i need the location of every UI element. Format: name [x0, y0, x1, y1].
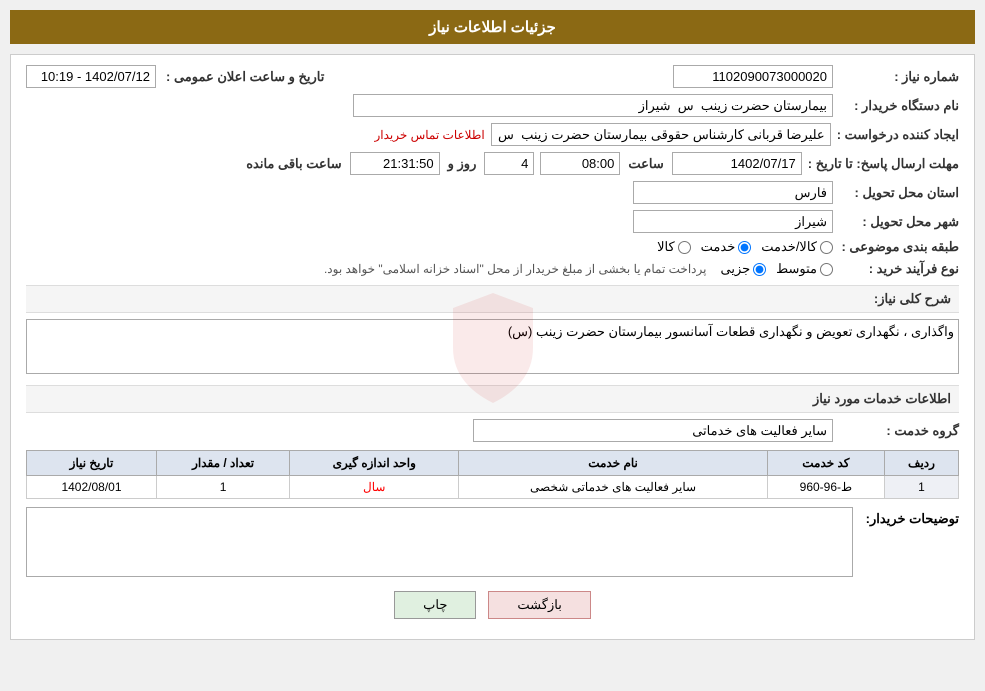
page-header: جزئیات اطلاعات نیاز — [10, 10, 975, 44]
need-desc-textarea[interactable]: واگذاری ، نگهداری تعویض و نگهداری قطعات … — [26, 319, 959, 374]
row-creator: ایجاد کننده درخواست : اطلاعات تماس خریدا… — [26, 123, 959, 146]
city-label: شهر محل تحویل : — [839, 214, 959, 230]
days-label: روز و — [448, 156, 477, 172]
col-quantity: تعداد / مقدار — [156, 451, 289, 476]
radio-goods[interactable]: کالا — [657, 239, 691, 255]
buyer-notes-textarea[interactable] — [26, 507, 853, 577]
cell-date: 1402/08/01 — [27, 476, 157, 499]
deadline-time-input[interactable] — [540, 152, 620, 175]
category-radio-group: کالا/خدمت خدمت کالا — [657, 239, 833, 255]
col-row-num: ردیف — [884, 451, 958, 476]
page-title: جزئیات اطلاعات نیاز — [429, 19, 556, 36]
service-group-label: گروه خدمت : — [839, 423, 959, 439]
need-desc-label: شرح کلی نیاز: — [874, 291, 951, 306]
radio-partial-label: جزیی — [720, 261, 750, 277]
radio-service[interactable]: خدمت — [701, 239, 752, 255]
buyer-notes-row: توضیحات خریدار: — [26, 507, 959, 577]
deadline-days-input[interactable] — [484, 152, 534, 175]
radio-goods-service-label: کالا/خدمت — [761, 239, 817, 255]
cell-service-code: ط-96-960 — [767, 476, 884, 499]
buyer-notes-label: توضیحات خریدار: — [859, 507, 959, 527]
radio-service-label: خدمت — [701, 239, 736, 255]
col-date: تاریخ نیاز — [27, 451, 157, 476]
buyer-org-label: نام دستگاه خریدار : — [839, 98, 959, 114]
deadline-remain-input[interactable] — [350, 152, 440, 175]
row-need-number: شماره نیاز : تاریخ و ساعت اعلان عمومی : — [26, 65, 959, 88]
row-buyer-org: نام دستگاه خریدار : — [26, 94, 959, 117]
table-row: 1 ط-96-960 سایر فعالیت های خدماتی شخصی س… — [27, 476, 959, 499]
process-radio-group: متوسط جزیی — [720, 261, 833, 277]
need-number-input[interactable] — [673, 65, 833, 88]
hours-label: ساعت باقی مانده — [246, 156, 341, 172]
radio-goods-service[interactable]: کالا/خدمت — [761, 239, 833, 255]
need-desc-section-title: شرح کلی نیاز: — [26, 285, 959, 313]
cell-unit: سال — [290, 476, 459, 499]
radio-service-input[interactable] — [738, 241, 751, 254]
service-info-label: اطلاعات خدمات مورد نیاز — [813, 391, 951, 406]
radio-medium-input[interactable] — [820, 263, 833, 276]
row-province: استان محل تحویل : — [26, 181, 959, 204]
cell-service-name: سایر فعالیت های خدماتی شخصی — [459, 476, 768, 499]
radio-medium-label: متوسط — [776, 261, 817, 277]
action-buttons: بازگشت چاپ — [26, 591, 959, 629]
contact-link[interactable]: اطلاعات تماس خریدار — [374, 128, 484, 142]
row-category: طبقه بندی موضوعی : کالا/خدمت خدمت کالا — [26, 239, 959, 255]
print-button[interactable]: چاپ — [394, 591, 476, 619]
province-input[interactable] — [633, 181, 833, 204]
col-service-name: نام خدمت — [459, 451, 768, 476]
time-label: ساعت — [628, 156, 663, 172]
radio-goods-service-input[interactable] — [820, 241, 833, 254]
radio-partial[interactable]: جزیی — [720, 261, 766, 277]
creator-input[interactable] — [491, 123, 831, 146]
row-city: شهر محل تحویل : — [26, 210, 959, 233]
radio-goods-input[interactable] — [678, 241, 691, 254]
service-info-section: اطلاعات خدمات مورد نیاز — [26, 385, 959, 413]
back-button[interactable]: بازگشت — [488, 591, 590, 619]
services-table-wrapper: ردیف کد خدمت نام خدمت واحد اندازه گیری ت… — [26, 450, 959, 499]
deadline-date-input[interactable] — [672, 152, 802, 175]
need-number-label: شماره نیاز : — [839, 69, 959, 85]
radio-goods-label: کالا — [657, 239, 675, 255]
col-unit: واحد اندازه گیری — [290, 451, 459, 476]
main-content: شماره نیاز : تاریخ و ساعت اعلان عمومی : … — [10, 54, 975, 640]
announcement-label: تاریخ و ساعت اعلان عمومی : — [166, 69, 324, 85]
deadline-label: مهلت ارسال پاسخ: تا تاریخ : — [808, 156, 959, 172]
row-process: نوع فرآیند خرید : متوسط جزیی پرداخت تمام… — [26, 261, 959, 277]
row-deadline: مهلت ارسال پاسخ: تا تاریخ : ساعت روز و س… — [26, 152, 959, 175]
col-service-code: کد خدمت — [767, 451, 884, 476]
row-service-group: گروه خدمت : — [26, 419, 959, 442]
category-label: طبقه بندی موضوعی : — [839, 239, 959, 255]
need-desc-area: واگذاری ، نگهداری تعویض و نگهداری قطعات … — [26, 319, 959, 377]
process-label: نوع فرآیند خرید : — [839, 261, 959, 277]
process-note: پرداخت تمام یا بخشی از مبلغ خریدار از مح… — [324, 262, 707, 276]
city-input[interactable] — [633, 210, 833, 233]
creator-label: ایجاد کننده درخواست : — [837, 127, 959, 143]
cell-quantity: 1 — [156, 476, 289, 499]
cell-row-num: 1 — [884, 476, 958, 499]
radio-partial-input[interactable] — [753, 263, 766, 276]
buyer-org-input[interactable] — [353, 94, 833, 117]
announcement-input[interactable] — [26, 65, 156, 88]
services-table: ردیف کد خدمت نام خدمت واحد اندازه گیری ت… — [26, 450, 959, 499]
radio-medium[interactable]: متوسط — [776, 261, 833, 277]
service-group-input[interactable] — [473, 419, 833, 442]
province-label: استان محل تحویل : — [839, 185, 959, 201]
